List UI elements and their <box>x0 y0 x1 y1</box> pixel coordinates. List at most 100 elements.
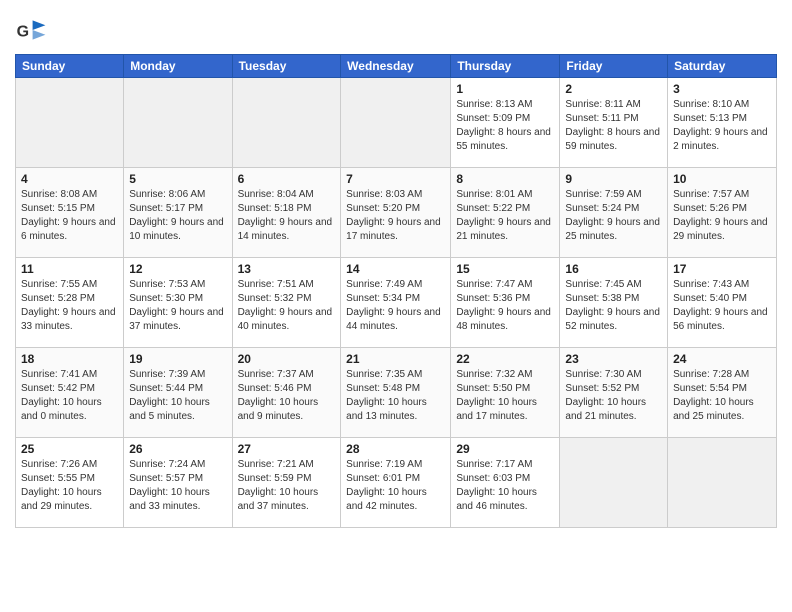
calendar-day-cell <box>560 438 668 528</box>
day-number: 26 <box>129 442 226 456</box>
calendar-day-cell: 20 Sunrise: 7:37 AMSunset: 5:46 PMDayligh… <box>232 348 341 438</box>
day-info: Sunrise: 8:10 AMSunset: 5:13 PMDaylight:… <box>673 98 771 154</box>
calendar-week-row: 1 Sunrise: 8:13 AMSunset: 5:09 PMDaylight… <box>16 78 777 168</box>
calendar-day-cell: 25 Sunrise: 7:26 AMSunset: 5:55 PMDayligh… <box>16 438 124 528</box>
day-number: 8 <box>456 172 554 186</box>
calendar-day-cell: 5 Sunrise: 8:06 AMSunset: 5:17 PMDaylight… <box>124 168 232 258</box>
day-info: Sunrise: 7:51 AMSunset: 5:32 PMDaylight:… <box>238 278 336 334</box>
calendar: SundayMondayTuesdayWednesdayThursdayFrid… <box>15 54 777 528</box>
calendar-day-cell: 17 Sunrise: 7:43 AMSunset: 5:40 PMDayligh… <box>668 258 777 348</box>
day-info: Sunrise: 7:26 AMSunset: 5:55 PMDaylight:… <box>21 458 118 514</box>
day-info: Sunrise: 8:04 AMSunset: 5:18 PMDaylight:… <box>238 188 336 244</box>
day-number: 9 <box>565 172 662 186</box>
day-number: 28 <box>346 442 445 456</box>
day-header-friday: Friday <box>560 55 668 78</box>
calendar-day-cell: 24 Sunrise: 7:28 AMSunset: 5:54 PMDayligh… <box>668 348 777 438</box>
calendar-day-cell: 10 Sunrise: 7:57 AMSunset: 5:26 PMDayligh… <box>668 168 777 258</box>
calendar-day-cell: 3 Sunrise: 8:10 AMSunset: 5:13 PMDaylight… <box>668 78 777 168</box>
calendar-day-cell: 16 Sunrise: 7:45 AMSunset: 5:38 PMDayligh… <box>560 258 668 348</box>
calendar-day-cell: 4 Sunrise: 8:08 AMSunset: 5:15 PMDaylight… <box>16 168 124 258</box>
day-number: 21 <box>346 352 445 366</box>
calendar-day-cell: 13Sunrise: 7:51 AMSunset: 5:32 PMDayligh… <box>232 258 341 348</box>
day-header-saturday: Saturday <box>668 55 777 78</box>
day-number: 3 <box>673 82 771 96</box>
logo: G <box>15 14 51 46</box>
day-info: Sunrise: 8:08 AMSunset: 5:15 PMDaylight:… <box>21 188 118 244</box>
calendar-day-cell: 22 Sunrise: 7:32 AMSunset: 5:50 PMDayligh… <box>451 348 560 438</box>
day-info: Sunrise: 8:06 AMSunset: 5:17 PMDaylight:… <box>129 188 226 244</box>
calendar-day-cell: 21 Sunrise: 7:35 AMSunset: 5:48 PMDayligh… <box>341 348 451 438</box>
day-info: Sunrise: 7:55 AMSunset: 5:28 PMDaylight:… <box>21 278 118 334</box>
calendar-day-cell: 19 Sunrise: 7:39 AMSunset: 5:44 PMDayligh… <box>124 348 232 438</box>
calendar-day-cell: 26 Sunrise: 7:24 AMSunset: 5:57 PMDayligh… <box>124 438 232 528</box>
day-number: 25 <box>21 442 118 456</box>
day-info: Sunrise: 7:30 AMSunset: 5:52 PMDaylight:… <box>565 368 662 424</box>
day-header-sunday: Sunday <box>16 55 124 78</box>
day-info: Sunrise: 7:28 AMSunset: 5:54 PMDaylight:… <box>673 368 771 424</box>
day-number: 11 <box>21 262 118 276</box>
day-number: 20 <box>238 352 336 366</box>
day-info: Sunrise: 7:59 AMSunset: 5:24 PMDaylight:… <box>565 188 662 244</box>
calendar-day-cell <box>124 78 232 168</box>
day-number: 4 <box>21 172 118 186</box>
calendar-day-cell <box>668 438 777 528</box>
calendar-day-cell: 28 Sunrise: 7:19 AMSunset: 6:01 PMDayligh… <box>341 438 451 528</box>
calendar-day-cell: 7Sunrise: 8:03 AMSunset: 5:20 PMDaylight… <box>341 168 451 258</box>
day-number: 14 <box>346 262 445 276</box>
day-info: Sunrise: 7:35 AMSunset: 5:48 PMDaylight:… <box>346 368 445 424</box>
day-info: Sunrise: 7:39 AMSunset: 5:44 PMDaylight:… <box>129 368 226 424</box>
day-number: 24 <box>673 352 771 366</box>
calendar-day-cell: 9 Sunrise: 7:59 AMSunset: 5:24 PMDaylight… <box>560 168 668 258</box>
day-header-monday: Monday <box>124 55 232 78</box>
calendar-day-cell: 18 Sunrise: 7:41 AMSunset: 5:42 PMDayligh… <box>16 348 124 438</box>
day-info: Sunrise: 7:49 AMSunset: 5:34 PMDaylight:… <box>346 278 445 334</box>
day-header-thursday: Thursday <box>451 55 560 78</box>
calendar-day-cell: 12Sunrise: 7:53 AMSunset: 5:30 PMDayligh… <box>124 258 232 348</box>
day-info: Sunrise: 8:11 AMSunset: 5:11 PMDaylight:… <box>565 98 662 154</box>
day-info: Sunrise: 7:37 AMSunset: 5:46 PMDaylight:… <box>238 368 336 424</box>
calendar-day-cell: 11 Sunrise: 7:55 AMSunset: 5:28 PMDayligh… <box>16 258 124 348</box>
calendar-week-row: 4 Sunrise: 8:08 AMSunset: 5:15 PMDaylight… <box>16 168 777 258</box>
day-info: Sunrise: 7:53 AMSunset: 5:30 PMDaylight:… <box>129 278 226 334</box>
calendar-day-cell: 23 Sunrise: 7:30 AMSunset: 5:52 PMDayligh… <box>560 348 668 438</box>
calendar-day-cell: 14 Sunrise: 7:49 AMSunset: 5:34 PMDayligh… <box>341 258 451 348</box>
day-info: Sunrise: 7:32 AMSunset: 5:50 PMDaylight:… <box>456 368 554 424</box>
calendar-day-cell <box>341 78 451 168</box>
day-info: Sunrise: 7:41 AMSunset: 5:42 PMDaylight:… <box>21 368 118 424</box>
day-info: Sunrise: 7:45 AMSunset: 5:38 PMDaylight:… <box>565 278 662 334</box>
calendar-week-row: 11 Sunrise: 7:55 AMSunset: 5:28 PMDayligh… <box>16 258 777 348</box>
day-number: 29 <box>456 442 554 456</box>
day-number: 6 <box>238 172 336 186</box>
day-header-wednesday: Wednesday <box>341 55 451 78</box>
calendar-day-cell <box>232 78 341 168</box>
day-info: Sunrise: 8:13 AMSunset: 5:09 PMDaylight:… <box>456 98 554 154</box>
calendar-week-row: 18 Sunrise: 7:41 AMSunset: 5:42 PMDayligh… <box>16 348 777 438</box>
day-number: 1 <box>456 82 554 96</box>
day-number: 18 <box>21 352 118 366</box>
calendar-day-cell: 2 Sunrise: 8:11 AMSunset: 5:11 PMDaylight… <box>560 78 668 168</box>
day-number: 23 <box>565 352 662 366</box>
calendar-day-cell: 15 Sunrise: 7:47 AMSunset: 5:36 PMDayligh… <box>451 258 560 348</box>
day-number: 22 <box>456 352 554 366</box>
day-number: 5 <box>129 172 226 186</box>
calendar-header-row: SundayMondayTuesdayWednesdayThursdayFrid… <box>16 55 777 78</box>
calendar-day-cell <box>16 78 124 168</box>
day-info: Sunrise: 7:24 AMSunset: 5:57 PMDaylight:… <box>129 458 226 514</box>
calendar-day-cell: 29Sunrise: 7:17 AMSunset: 6:03 PMDayligh… <box>451 438 560 528</box>
day-info: Sunrise: 7:57 AMSunset: 5:26 PMDaylight:… <box>673 188 771 244</box>
calendar-day-cell: 27Sunrise: 7:21 AMSunset: 5:59 PMDayligh… <box>232 438 341 528</box>
day-number: 7 <box>346 172 445 186</box>
day-number: 15 <box>456 262 554 276</box>
day-number: 17 <box>673 262 771 276</box>
day-info: Sunrise: 7:43 AMSunset: 5:40 PMDaylight:… <box>673 278 771 334</box>
day-info: Sunrise: 7:47 AMSunset: 5:36 PMDaylight:… <box>456 278 554 334</box>
day-header-tuesday: Tuesday <box>232 55 341 78</box>
day-number: 10 <box>673 172 771 186</box>
day-number: 27 <box>238 442 336 456</box>
day-number: 19 <box>129 352 226 366</box>
day-info: Sunrise: 7:19 AMSunset: 6:01 PMDaylight:… <box>346 458 445 514</box>
header: G <box>15 10 777 46</box>
day-number: 2 <box>565 82 662 96</box>
calendar-day-cell: 6 Sunrise: 8:04 AMSunset: 5:18 PMDaylight… <box>232 168 341 258</box>
day-number: 16 <box>565 262 662 276</box>
